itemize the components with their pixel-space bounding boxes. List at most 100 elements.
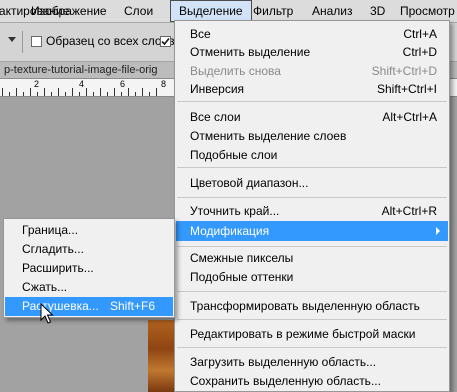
sample-all-layers-label: Образец со всех слоев	[46, 34, 175, 48]
menu-item-label: Подобные оттенки	[190, 270, 294, 284]
menu-item-deselect-layers[interactable]: Отменить выделение слоев	[176, 126, 448, 146]
tool-preset-dropdown-icon[interactable]	[8, 37, 16, 42]
menu-item-modify[interactable]: Модификация	[176, 221, 448, 241]
ruler-tick	[156, 88, 157, 96]
mouse-pointer-icon	[40, 303, 54, 324]
menu-item-shortcut: Alt+Ctrl+A	[382, 110, 437, 124]
select-menu-dropdown: Все Ctrl+A Отменить выделение Ctrl+D Выд…	[174, 20, 450, 392]
menu-3d[interactable]: 3D	[370, 0, 385, 22]
menu-item-shortcut: Alt+Ctrl+R	[381, 204, 437, 218]
menu-item-label: Все слои	[190, 110, 241, 124]
ruler-tick	[44, 88, 45, 96]
menu-item-label: Цветовой диапазон...	[190, 176, 309, 190]
menu-separator	[177, 246, 447, 247]
image-texture	[148, 320, 174, 392]
submenu-item-feather[interactable]: Растушевка... Shift+F6	[5, 297, 173, 316]
ruler-tick	[121, 92, 122, 96]
menu-item-quick-mask[interactable]: Редактировать в режиме быстрой маски	[176, 324, 448, 344]
menu-item-label: Уточнить край...	[190, 204, 280, 218]
menu-separator	[177, 197, 447, 198]
submenu-item-label: Граница...	[22, 223, 79, 237]
menu-item-load-selection[interactable]: Загрузить выделенную область...	[176, 352, 448, 372]
menu-item-similar-layers[interactable]: Подобные слои	[176, 145, 448, 165]
menu-separator	[177, 291, 447, 292]
submenu-item-contract[interactable]: Сжать...	[5, 278, 173, 297]
ruler-tick	[16, 88, 17, 96]
ruler-tick	[30, 88, 31, 96]
auto-enhance-checkbox[interactable]	[160, 36, 171, 47]
menu-item-label: Отменить выделение	[190, 45, 311, 59]
menu-item-refine-edge[interactable]: Уточнить край... Alt+Ctrl+R	[176, 201, 448, 221]
ruler-tick	[37, 92, 38, 96]
ruler-label: 2	[34, 79, 40, 89]
menu-item-color-range[interactable]: Цветовой диапазон...	[176, 173, 448, 193]
submenu-item-smooth[interactable]: Сгладить...	[5, 240, 173, 259]
menu-item-shortcut: Ctrl+A	[403, 27, 437, 41]
checkmark-icon	[161, 37, 170, 46]
ruler-tick	[9, 92, 10, 96]
ruler-tick	[79, 92, 80, 96]
ruler-tick	[65, 92, 66, 96]
ruler-tick	[114, 88, 115, 96]
menu-item-label: Отменить выделение слоев	[190, 129, 347, 143]
submenu-item-label: Растушевка...	[22, 299, 99, 313]
menu-item-label: Выделить снова	[190, 64, 281, 78]
menu-item-label: Модификация	[190, 224, 270, 238]
menu-item-reselect: Выделить снова Shift+Ctrl+D	[176, 61, 448, 81]
menu-item-label: Загрузить выделенную область...	[190, 355, 377, 369]
menu-item-all-layers[interactable]: Все слои Alt+Ctrl+A	[176, 107, 448, 127]
submenu-item-border[interactable]: Граница...	[5, 221, 173, 240]
menu-item-save-selection[interactable]: Сохранить выделенную область...	[176, 371, 448, 391]
submenu-item-label: Сжать...	[22, 280, 68, 294]
submenu-arrow-icon	[436, 227, 440, 235]
ruler-label: 6	[120, 79, 126, 89]
ruler-tick	[93, 92, 94, 96]
menu-view[interactable]: Просмотр	[400, 0, 455, 22]
menu-separator	[177, 167, 447, 168]
menu-item-similar[interactable]: Подобные оттенки	[176, 267, 448, 287]
sample-all-layers-checkbox[interactable]	[31, 36, 42, 47]
menu-separator	[177, 101, 447, 102]
submenu-item-label: Сгладить...	[22, 242, 84, 256]
ruler-tick	[107, 92, 108, 96]
menu-item-label: Все	[190, 27, 211, 41]
submenu-item-expand[interactable]: Расширить...	[5, 259, 173, 278]
document-title: p-texture-tutorial-image-file-orig	[4, 64, 158, 76]
submenu-item-shortcut: Shift+F6	[110, 299, 156, 313]
menu-item-shortcut: Ctrl+D	[402, 45, 437, 59]
menu-item-grow[interactable]: Смежные пикселы	[176, 248, 448, 268]
ruler-tick	[135, 92, 136, 96]
menu-item-inverse[interactable]: Инверсия Shift+Ctrl+I	[176, 79, 448, 99]
menu-item-label: Инверсия	[190, 82, 245, 96]
ruler-tick	[100, 88, 101, 96]
ruler-tick	[142, 88, 143, 96]
menu-item-label: Смежные пикселы	[190, 251, 294, 265]
ruler-tick	[2, 88, 3, 96]
ruler-tick	[128, 88, 129, 96]
menu-layers[interactable]: Слои	[124, 0, 153, 22]
menu-item-label: Сохранить выделенную область...	[190, 374, 381, 388]
menu-item-label: Подобные слои	[190, 148, 278, 162]
ruler-label: 4	[79, 79, 85, 89]
menu-analysis[interactable]: Анализ	[312, 0, 353, 22]
menu-select[interactable]: Выделение	[170, 0, 252, 22]
menu-item-transform-selection[interactable]: Трансформировать выделенную область	[176, 296, 448, 316]
ruler-tick	[86, 88, 87, 96]
menu-separator	[177, 347, 447, 348]
menu-item-deselect[interactable]: Отменить выделение Ctrl+D	[176, 42, 448, 62]
menu-item-all[interactable]: Все Ctrl+A	[176, 24, 448, 44]
ruler-tick	[58, 88, 59, 96]
submenu-item-label: Расширить...	[22, 261, 94, 275]
ruler-label: 8	[161, 79, 167, 89]
menu-filter[interactable]: Фильтр	[253, 0, 293, 22]
menu-image[interactable]: Изображение	[31, 0, 107, 22]
ruler-tick	[51, 92, 52, 96]
ruler-tick	[149, 92, 150, 96]
menu-item-label: Редактировать в режиме быстрой маски	[190, 327, 416, 341]
modify-submenu: Граница... Сгладить... Расширить... Сжат…	[3, 218, 175, 318]
options-divider	[22, 31, 23, 53]
menu-separator	[177, 319, 447, 320]
menu-item-shortcut: Shift+Ctrl+I	[376, 82, 437, 96]
ruler-tick	[72, 88, 73, 96]
ruler-tick	[23, 92, 24, 96]
